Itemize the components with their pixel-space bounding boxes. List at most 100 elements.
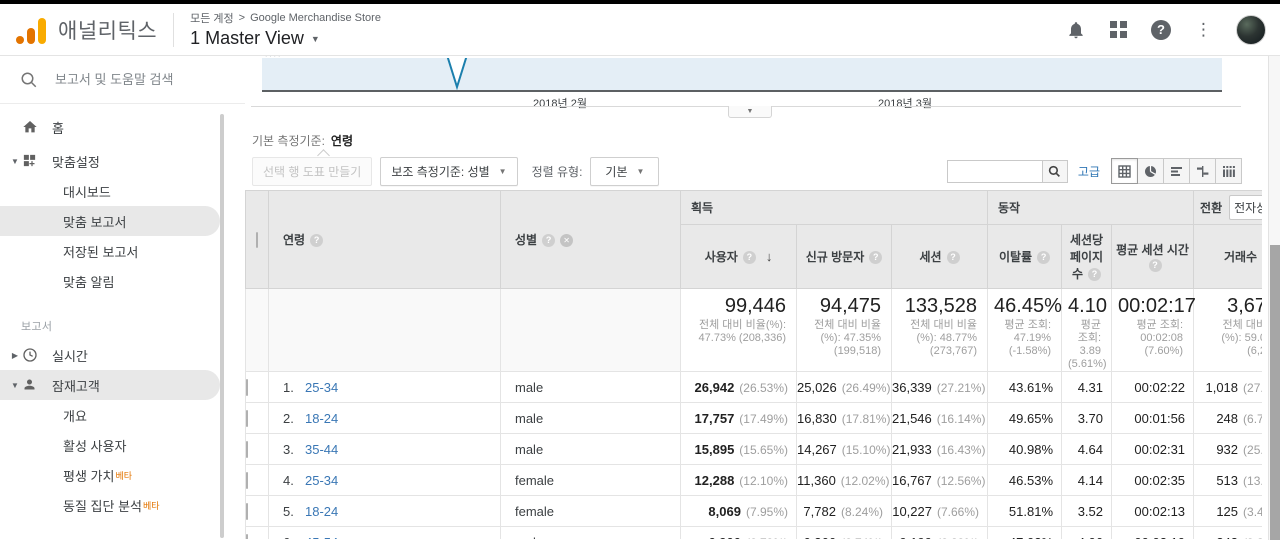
chevron-down-icon: ▼ [498, 166, 507, 176]
sidebar-item-custom-alerts[interactable]: 맞춤 알림 [0, 266, 245, 296]
sidebar-item-home[interactable]: 홈 [0, 112, 245, 142]
age-link[interactable]: 25-34 [305, 473, 338, 488]
sidebar-item-overview[interactable]: 개요 [0, 400, 245, 430]
comparison-view-icon[interactable] [1189, 158, 1216, 184]
advanced-search-link[interactable]: 고급 [1078, 163, 1100, 180]
main-content: ···· 2018년 2월 2018년 3월 ▼ 기본 측정기준: 연령 선택 행… [245, 56, 1280, 540]
table-row: 5. 18-24 female 8,069 (7.95%) 7,782 (8.24%)… [245, 495, 1262, 527]
table-search-button[interactable] [1041, 159, 1068, 183]
row-checkbox[interactable] [245, 526, 269, 539]
help-icon[interactable]: ? [542, 234, 556, 247]
view-selector[interactable]: 1 Master View ▼ [190, 28, 381, 49]
page-scrollbar-thumb[interactable] [1270, 245, 1280, 540]
sidebar-item-active-users[interactable]: 활성 사용자 [0, 430, 245, 460]
row-checkbox[interactable] [245, 402, 269, 434]
help-icon[interactable]: ? [742, 251, 756, 264]
sidebar-item-cohort-analysis[interactable]: 동질 집단 분석 베타 [0, 490, 245, 520]
table-view-icon[interactable] [1111, 158, 1138, 184]
header-select-all[interactable] [245, 190, 269, 289]
remove-icon[interactable]: ✕ [560, 234, 574, 247]
row-checkbox[interactable] [245, 433, 269, 465]
age-link[interactable]: 25-34 [305, 380, 338, 395]
chevron-expanded-icon[interactable]: ▼ [9, 157, 21, 166]
sidebar-item-custom-reports[interactable]: 맞춤 보고서 [0, 206, 220, 236]
sidebar-section-reports: 보고서 [21, 321, 53, 333]
chevron-down-icon: ▼ [310, 33, 320, 44]
apps-grid-icon[interactable] [1110, 21, 1127, 38]
checkbox-icon[interactable] [246, 378, 248, 396]
checkbox-icon[interactable] [246, 409, 248, 427]
chevron-collapsed-icon[interactable]: ▶ [9, 351, 21, 360]
column-header-sessions[interactable]: 세션? [890, 224, 989, 289]
sidebar-search-input[interactable] [55, 72, 215, 87]
column-header-transactions[interactable]: 거래수? [1193, 224, 1262, 289]
chevron-expanded-icon[interactable]: ▼ [9, 381, 21, 390]
more-menu-icon[interactable]: ⋮ [1195, 20, 1212, 40]
help-icon[interactable]: ? [1148, 259, 1162, 272]
age-link[interactable]: 18-24 [305, 411, 338, 426]
help-icon[interactable]: ? [1151, 19, 1171, 40]
column-header-bounce-rate[interactable]: 이탈률? [987, 224, 1063, 289]
sidebar-scrollbar[interactable] [220, 114, 224, 538]
table-search-input[interactable] [946, 159, 1042, 183]
sort-descending-icon: ↓ [765, 249, 773, 264]
sidebar-item-realtime[interactable]: ▶ 실시간 [0, 340, 245, 370]
sidebar-item-lifetime-value[interactable]: 평생 가치 베타 [0, 460, 245, 490]
search-icon [21, 72, 37, 87]
plot-rows-button[interactable]: 선택 행 도표 만들기 [252, 156, 373, 186]
secondary-dimension-dropdown[interactable]: 보조 측정기준: 성별 ▼ [380, 156, 518, 186]
header-divider [173, 12, 175, 47]
chart-x-label-feb: 2018년 2월 [533, 98, 587, 110]
age-link[interactable]: 35-44 [305, 442, 338, 457]
help-icon[interactable]: ? [310, 234, 324, 247]
row-checkbox[interactable] [245, 495, 269, 527]
checkbox-icon[interactable] [256, 231, 258, 248]
checkbox-icon[interactable] [246, 440, 248, 458]
primary-dimension-value[interactable]: 연령 [331, 134, 353, 148]
age-link[interactable]: 45-54 [305, 535, 338, 540]
home-icon [22, 119, 38, 135]
chart-collapse-button[interactable]: ▼ [728, 106, 772, 118]
notifications-bell-icon[interactable] [1066, 20, 1086, 40]
column-header-users[interactable]: 사용자? ↓ [680, 224, 797, 289]
age-link[interactable]: 18-24 [305, 504, 338, 519]
view-name: 1 Master View [190, 28, 304, 48]
breadcrumb-account[interactable]: 모든 계정 [190, 10, 234, 26]
search-icon [1049, 165, 1061, 177]
pivot-view-icon[interactable] [1215, 158, 1242, 184]
chevron-down-icon: ▼ [746, 108, 754, 115]
column-header-gender[interactable]: 성별? ✕ [500, 190, 681, 289]
sort-type-dropdown[interactable]: 기본 ▼ [590, 156, 660, 186]
column-header-new-users[interactable]: 신규 방문자? [796, 224, 892, 289]
customization-icon [22, 153, 38, 169]
performance-view-icon[interactable] [1163, 158, 1190, 184]
group-header-acquisition: 획득 [679, 190, 989, 225]
help-icon[interactable]: ? [1088, 268, 1102, 281]
analytics-logo-icon[interactable] [16, 16, 46, 44]
sidebar-item-customization[interactable]: ▼ 맞춤설정 [0, 146, 245, 176]
percentage-view-icon[interactable] [1137, 158, 1164, 184]
column-header-session-duration[interactable]: 평균 세션 시간? [1111, 224, 1195, 289]
app-header: 애널리틱스 모든 계정 > Google Merchandise Store 1… [0, 4, 1280, 56]
report-table: 연령? 성별?✕ 획득 동작 전환 전자상거 [245, 190, 1262, 539]
total-transactions: 3,67전체 대비 (%): 59.0 (6,2 [1193, 288, 1262, 372]
conversions-type-dropdown[interactable]: 전자상거 [1229, 195, 1262, 220]
sidebar-search[interactable] [0, 56, 245, 104]
column-header-age[interactable]: 연령? [268, 190, 501, 289]
user-avatar[interactable] [1236, 14, 1266, 45]
sidebar-item-audience[interactable]: ▼ 잠재고객 [0, 370, 220, 400]
checkbox-icon[interactable] [246, 471, 248, 489]
checkbox-icon[interactable] [246, 502, 248, 520]
help-icon[interactable]: ? [946, 251, 960, 264]
page-scrollbar[interactable] [1268, 56, 1280, 540]
sidebar-item-saved-reports[interactable]: 저장된 보고서 [0, 236, 245, 266]
checkbox-icon[interactable] [246, 533, 248, 539]
help-icon[interactable]: ? [1037, 251, 1051, 264]
row-checkbox[interactable] [245, 464, 269, 496]
row-checkbox[interactable] [245, 371, 269, 403]
breadcrumb-property[interactable]: Google Merchandise Store [250, 12, 381, 24]
column-header-pages-per-session[interactable]: 세션당 페이지수? [1061, 224, 1113, 289]
total-pages-per-session: 4.10 평균 조회: 3.89 (5.61%) [1061, 288, 1113, 372]
help-icon[interactable]: ? [869, 251, 883, 264]
sidebar-item-dashboards[interactable]: 대시보드 [0, 176, 245, 206]
